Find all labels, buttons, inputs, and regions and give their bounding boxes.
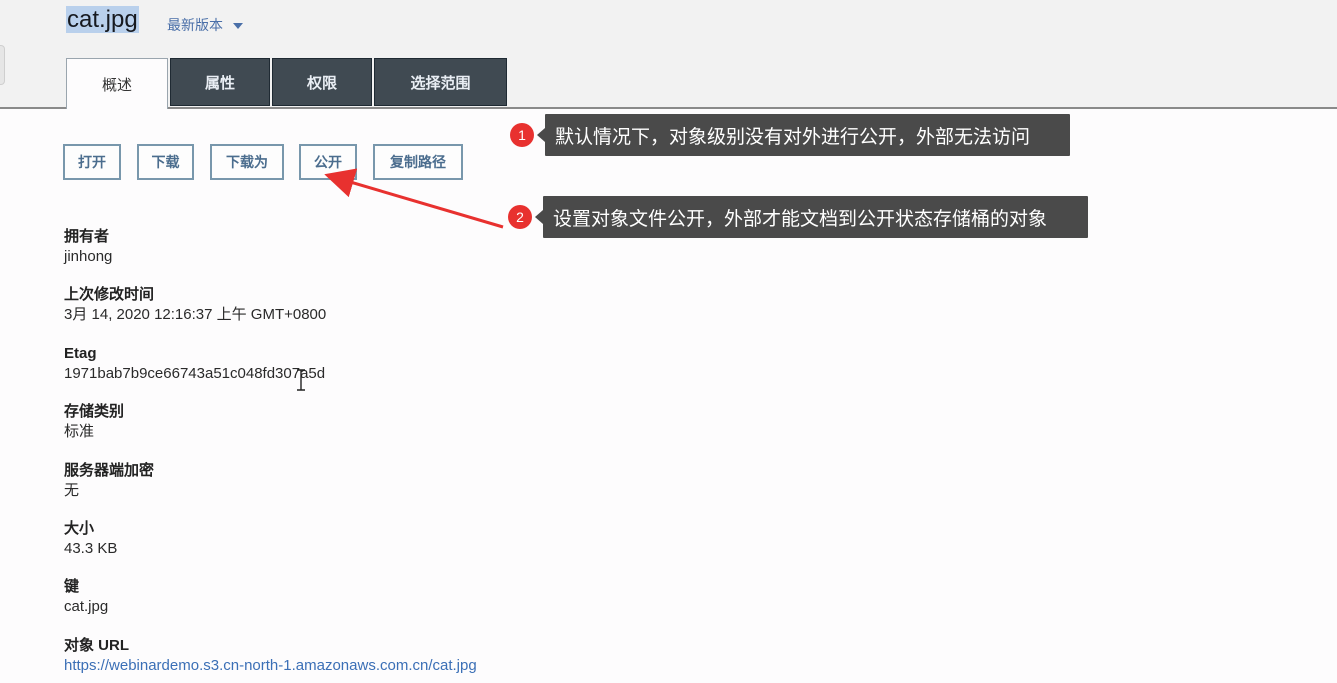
prop-label: 上次修改时间 <box>64 286 155 303</box>
prop-etag: Etag 1971bab7b9ce66743a51c048fd307a5d <box>64 344 764 384</box>
prop-encryption: 服务器端加密 无 <box>64 461 764 501</box>
s3-object-overview-page: cat.jpg 最新版本 概述 属性 权限 选择范围 打开 下载 下载为 公开 … <box>0 0 1337 683</box>
prop-label: 大小 <box>64 520 95 537</box>
prop-key: 键 cat.jpg <box>64 577 764 617</box>
object-filename: cat.jpg <box>66 6 139 34</box>
prop-label: 对象 URL <box>64 637 129 654</box>
prop-value: cat.jpg <box>64 598 109 615</box>
annotation-callout-2: 设置对象文件公开，外部才能文档到公开状态存储桶的对象 <box>543 196 1088 238</box>
text-cursor-icon <box>297 369 305 391</box>
tab-overview[interactable]: 概述 <box>66 58 168 109</box>
chevron-down-icon <box>233 23 243 29</box>
annotation-badge-1: 1 <box>510 123 534 147</box>
side-panel-handle[interactable] <box>0 45 5 85</box>
tab-properties[interactable]: 属性 <box>170 58 270 106</box>
object-url-link[interactable]: https://webinardemo.s3.cn-north-1.amazon… <box>64 656 764 676</box>
version-label: 最新版本 <box>167 17 223 33</box>
prop-value: jinhong <box>64 248 113 265</box>
filename-text: cat.jpg <box>66 6 139 33</box>
object-header: cat.jpg 最新版本 概述 属性 权限 选择范围 <box>0 0 1337 109</box>
prop-label: Etag <box>64 345 97 362</box>
prop-label: 服务器端加密 <box>64 462 155 479</box>
prop-storage-class: 存储类别 标准 <box>64 402 764 442</box>
tab-permissions[interactable]: 权限 <box>272 58 372 106</box>
tab-bar: 概述 属性 权限 选择范围 <box>66 58 509 109</box>
make-public-button[interactable]: 公开 <box>299 144 357 180</box>
download-button[interactable]: 下载 <box>137 144 194 180</box>
prop-value: 无 <box>64 482 80 499</box>
download-as-button[interactable]: 下载为 <box>210 144 284 180</box>
version-dropdown[interactable]: 最新版本 <box>167 15 243 35</box>
prop-size: 大小 43.3 KB <box>64 519 764 559</box>
tab-select-from[interactable]: 选择范围 <box>374 58 507 106</box>
callout-notch <box>535 210 543 224</box>
copy-path-button[interactable]: 复制路径 <box>373 144 463 180</box>
annotation-callout-1: 默认情况下，对象级别没有对外进行公开，外部无法访问 <box>545 114 1070 156</box>
prop-last-modified: 上次修改时间 3月 14, 2020 12:16:37 上午 GMT+0800 <box>64 285 764 325</box>
prop-value: 1971bab7b9ce66743a51c048fd307a5d <box>64 365 326 382</box>
callout-notch <box>537 128 545 142</box>
prop-object-url: 对象 URL https://webinardemo.s3.cn-north-1… <box>64 636 764 676</box>
annotation-badge-2: 2 <box>508 205 532 229</box>
open-button[interactable]: 打开 <box>63 144 121 180</box>
prop-label: 存储类别 <box>64 403 125 420</box>
prop-label: 键 <box>64 578 80 595</box>
prop-value: 标准 <box>64 423 95 440</box>
prop-value: 3月 14, 2020 12:16:37 上午 GMT+0800 <box>64 306 327 323</box>
prop-value: 43.3 KB <box>64 540 118 557</box>
